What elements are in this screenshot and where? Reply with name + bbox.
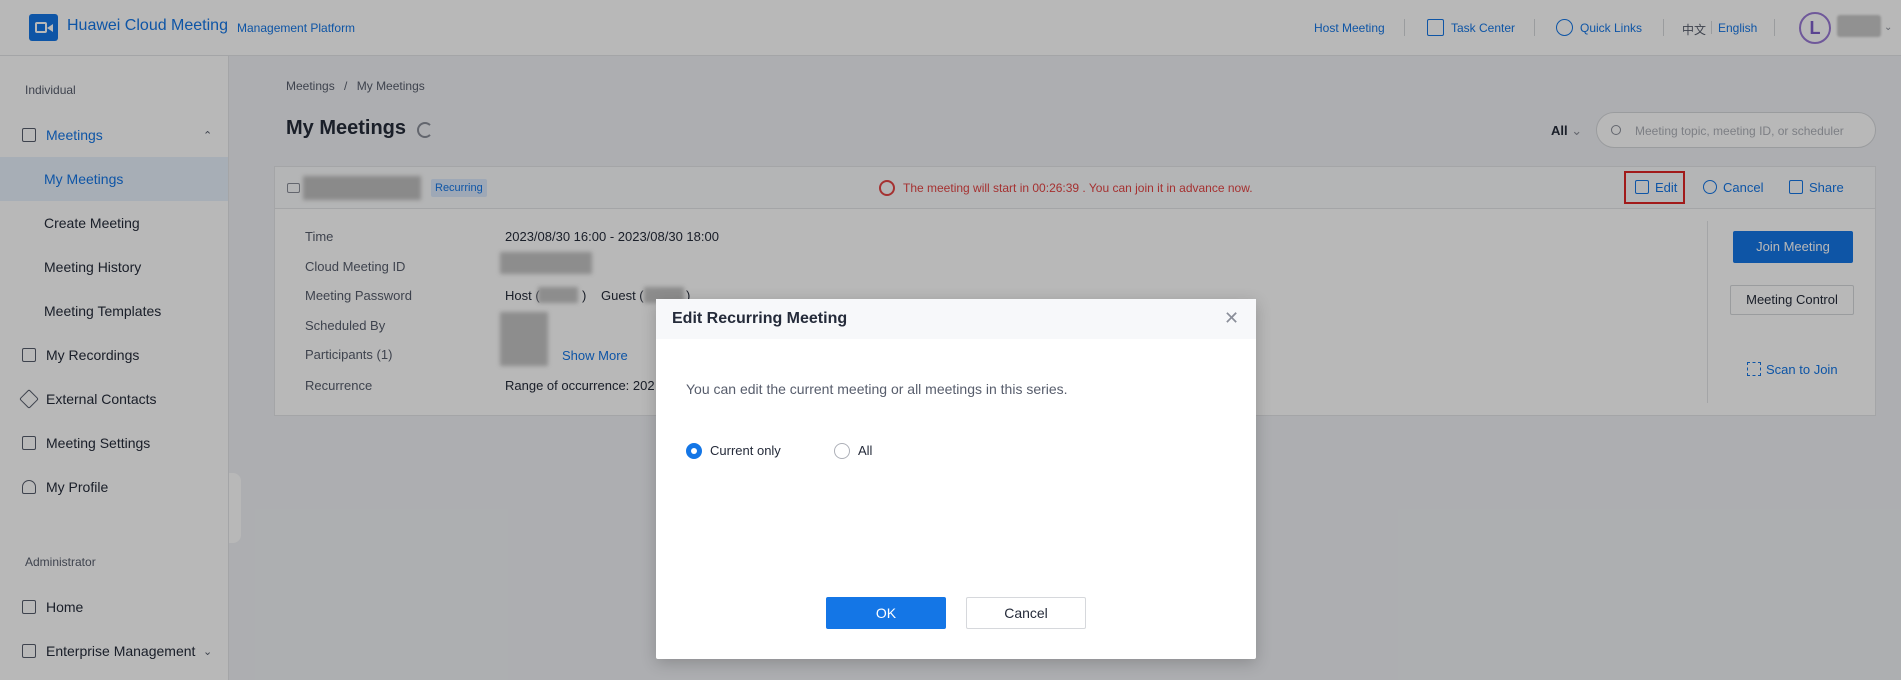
dialog-message: You can edit the current meeting or all … bbox=[686, 381, 1068, 397]
close-icon[interactable]: ✕ bbox=[1224, 308, 1239, 329]
radio-current-only-label[interactable]: Current only bbox=[710, 443, 781, 458]
edit-recurring-dialog: Edit Recurring Meeting ✕ You can edit th… bbox=[656, 299, 1256, 659]
dialog-title: Edit Recurring Meeting bbox=[672, 310, 848, 327]
radio-current-only[interactable] bbox=[686, 443, 702, 459]
dialog-header: Edit Recurring Meeting ✕ bbox=[656, 299, 1256, 339]
cancel-button[interactable]: Cancel bbox=[966, 597, 1086, 629]
radio-all-label[interactable]: All bbox=[858, 443, 872, 458]
radio-all[interactable] bbox=[834, 443, 850, 459]
ok-button[interactable]: OK bbox=[826, 597, 946, 629]
